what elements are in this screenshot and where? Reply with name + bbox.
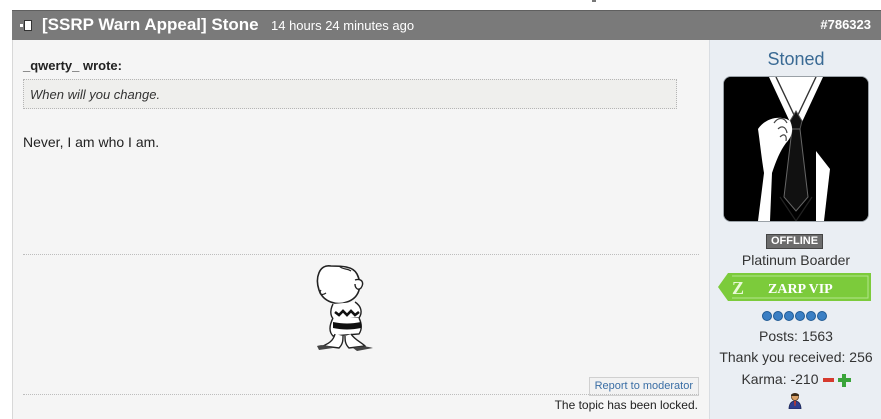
rank-dot-icon [806, 311, 816, 321]
avatar-illustration [724, 77, 868, 221]
divider [592, 0, 596, 2]
user-rank: Platinum Boarder [741, 252, 851, 268]
zarp-vip-badge: Z ZARP VIP [718, 273, 871, 301]
status-badge: OFFLINE [766, 234, 824, 249]
post-time: 14 hours 24 minutes ago [271, 18, 415, 33]
karma-minus-icon[interactable] [822, 378, 834, 383]
rank-dot-icon [795, 311, 805, 321]
avatar-image[interactable] [723, 76, 869, 222]
rank-dot-icon [817, 311, 827, 321]
post-body: _qwerty_ wrote: When will you change. Ne… [12, 40, 709, 419]
post-message: Never, I am who I am. [23, 134, 160, 150]
rank-dot-icon [773, 311, 783, 321]
snoopy-signature-image [316, 265, 373, 351]
topic-locked-notice: The topic has been locked. [554, 398, 698, 412]
user-profile-icon[interactable] [788, 393, 802, 409]
post-number-link[interactable]: #786323 [820, 17, 871, 32]
username-link[interactable]: Stoned [710, 49, 881, 70]
karma-value: Karma: -210 [741, 371, 819, 387]
rank-dot-icon [762, 311, 772, 321]
bottom-divider [23, 394, 699, 395]
top-strip [12, 0, 881, 10]
post-title[interactable]: [SSRP Warn Appeal] Stone [42, 15, 259, 35]
badge-letter: Z [732, 278, 744, 298]
karma-row: Karma: -210 [710, 371, 881, 387]
karma-plus-icon[interactable] [837, 373, 851, 387]
thanks-received: Thank you received: 256 [719, 349, 873, 365]
post-count: Posts: 1563 [759, 328, 833, 344]
quote-text: When will you change. [30, 87, 161, 102]
post-header: [SSRP Warn Appeal] Stone 14 hours 24 min… [12, 10, 881, 41]
signature-divider [23, 254, 699, 255]
rank-dot-icon [784, 311, 794, 321]
user-profile-panel: Stoned OFFLINE Platinum Boarder Z ZARP V… [709, 40, 881, 419]
post-icon [20, 19, 32, 31]
rank-dots [762, 308, 828, 321]
quote-author: _qwerty_ wrote: [23, 58, 122, 73]
quote-box: When will you change. [23, 79, 677, 109]
badge-label: ZARP VIP [768, 282, 833, 297]
